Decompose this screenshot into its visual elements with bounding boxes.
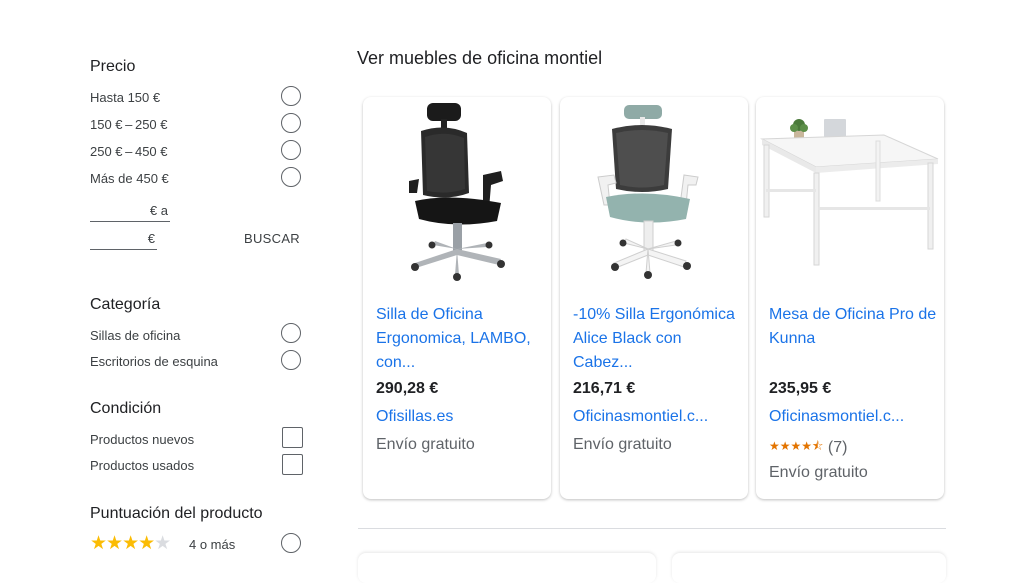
condition-option-checkbox[interactable] (282, 427, 303, 448)
product-seller-link[interactable]: Oficinasmontiel.c... (769, 408, 904, 426)
condition-option-checkbox[interactable] (282, 454, 303, 475)
results-heading[interactable]: Ver muebles de oficina montiel (357, 48, 602, 69)
price-option-label: 150 € – 250 € (90, 117, 168, 132)
product-title-link[interactable]: Silla de Oficina Ergonomica, LAMBO, con.… (376, 303, 544, 375)
min-price-suffix: € a (149, 203, 168, 218)
rating-stars-icon: ★★★★★ (90, 533, 171, 554)
results-divider (358, 528, 946, 529)
product-shipping: Envío gratuito (573, 436, 672, 453)
product-price: 235,95 € (769, 380, 832, 397)
rating-stars-icon: ★★★★⯪ (769, 439, 824, 453)
product-seller-link[interactable]: Oficinasmontiel.c... (573, 408, 708, 426)
category-option-label: Escritorios de esquina (90, 354, 218, 369)
condition-option-label: Productos usados (90, 458, 195, 473)
price-option-radio[interactable] (281, 86, 301, 106)
next-row-card-edge (358, 553, 656, 583)
category-option-radio[interactable] (281, 350, 301, 370)
max-price-input[interactable]: € (90, 230, 157, 250)
product-title-link[interactable]: Mesa de Oficina Pro de Kunna (769, 303, 937, 351)
product-title-link[interactable]: -10% Silla Ergonómica Alice Black con Ca… (573, 303, 741, 375)
condition-filter-title: Condición (90, 400, 162, 417)
product-shipping: Envío gratuito (769, 464, 868, 481)
price-option-label: 250 € – 450 € (90, 144, 168, 159)
rating-option-radio[interactable] (281, 533, 301, 553)
product-rating: ★★★★⯪ (7) (769, 437, 847, 458)
product-price: 290,28 € (376, 380, 439, 397)
product-price: 216,71 € (573, 380, 636, 397)
price-option-radio[interactable] (281, 167, 301, 187)
product-card[interactable]: Silla de Oficina Ergonomica, LAMBO, con.… (363, 97, 551, 499)
category-option-radio[interactable] (281, 323, 301, 343)
product-seller-link[interactable]: Ofisillas.es (376, 408, 453, 426)
price-option-label: Más de 450 € (90, 171, 169, 186)
max-price-suffix: € (147, 231, 155, 246)
black-mesh-office-chair-icon (409, 103, 505, 281)
next-row-card-edge (672, 553, 946, 583)
condition-option-label: Productos nuevos (90, 432, 195, 447)
price-option-label: Hasta 150 € (90, 90, 161, 105)
category-option-label: Sillas de oficina (90, 328, 181, 343)
min-price-input[interactable]: € a (90, 202, 170, 222)
price-option-radio[interactable] (281, 140, 301, 160)
rating-filter-title: Puntuación del producto (90, 505, 263, 522)
grey-white-office-chair-icon (597, 105, 699, 279)
white-office-desk-icon (760, 119, 939, 266)
category-filter-title: Categoría (90, 296, 161, 313)
rating-option-label: 4 o más (189, 537, 236, 552)
price-search-button[interactable]: BUSCAR (244, 231, 300, 246)
rating-count: (7) (827, 439, 848, 456)
product-card[interactable]: -10% Silla Ergonómica Alice Black con Ca… (560, 97, 748, 499)
price-option-radio[interactable] (281, 113, 301, 133)
price-filter-title: Precio (90, 58, 136, 75)
product-shipping: Envío gratuito (376, 436, 475, 453)
product-card[interactable]: Mesa de Oficina Pro de Kunna 235,95 € Of… (756, 97, 944, 499)
